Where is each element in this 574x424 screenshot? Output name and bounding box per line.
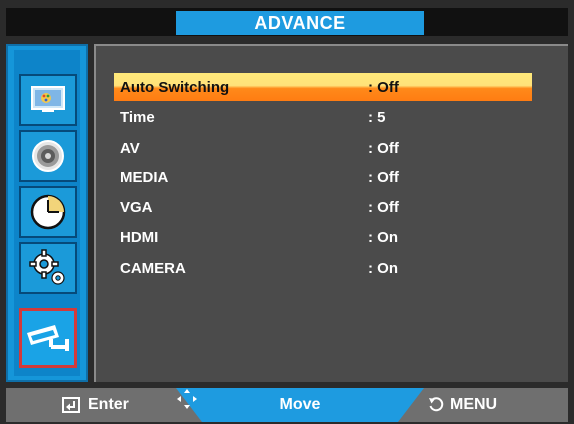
camera-icon xyxy=(27,325,69,351)
menu-row-auto-switching[interactable]: Auto Switching : Off xyxy=(114,73,532,101)
menu-row-value: : On xyxy=(368,228,398,246)
menu-row-hdmi[interactable]: HDMI : On xyxy=(114,223,532,251)
sidebar-item-camera[interactable] xyxy=(19,308,77,368)
page-title: ADVANCE xyxy=(176,11,424,35)
bottom-hint-bar: Enter Move MENU xyxy=(6,388,568,422)
return-icon xyxy=(429,397,444,412)
enter-label: Enter xyxy=(88,396,129,413)
menu-row-camera[interactable]: CAMERA : On xyxy=(114,254,532,282)
sidebar-item-picture[interactable] xyxy=(19,74,77,126)
menu-row-value: : 5 xyxy=(368,108,386,126)
sidebar-item-clock[interactable] xyxy=(19,186,77,238)
title-bar: ADVANCE xyxy=(6,8,568,36)
enter-icon xyxy=(62,397,80,413)
menu-row-label: AV xyxy=(120,139,140,157)
menu-row-label: Time xyxy=(120,108,155,126)
menu-row-label: VGA xyxy=(120,198,153,216)
sidebar-item-settings[interactable] xyxy=(19,242,77,294)
clock-icon xyxy=(30,194,66,230)
menu-row-value: : On xyxy=(368,259,398,277)
sidebar-item-sound[interactable] xyxy=(19,130,77,182)
advance-menu-panel: Auto Switching : Off Time : 5 AV : Off M… xyxy=(94,44,568,382)
sound-icon xyxy=(32,140,64,172)
menu-row-value: : Off xyxy=(368,198,399,216)
move-label: Move xyxy=(279,396,321,413)
menu-row-label: Auto Switching xyxy=(120,78,230,96)
menu-row-value: : Off xyxy=(368,139,399,157)
menu-row-av[interactable]: AV : Off xyxy=(114,134,532,162)
menu-row-media[interactable]: MEDIA : Off xyxy=(114,163,532,191)
picture-icon xyxy=(31,86,65,112)
menu-label: MENU xyxy=(450,396,498,413)
menu-row-vga[interactable]: VGA : Off xyxy=(114,193,532,221)
menu-hint[interactable]: MENU xyxy=(388,388,568,422)
menu-row-value: : Off xyxy=(368,78,399,96)
sidebar xyxy=(6,44,88,382)
dpad-arrows-icon xyxy=(177,389,197,409)
menu-row-label: MEDIA xyxy=(120,168,169,186)
move-hint-content: Move xyxy=(176,388,424,422)
osd-frame: ADVANCE Auto Switching: Off Time: 5 AV… xyxy=(0,0,574,424)
menu-row-label: HDMI xyxy=(120,228,159,246)
menu-row-time[interactable]: Time : 5 xyxy=(114,103,532,131)
settings-icon xyxy=(29,249,65,285)
move-hint[interactable]: Move xyxy=(176,388,424,422)
menu-row-label: CAMERA xyxy=(120,259,186,277)
menu-row-value: : Off xyxy=(368,168,399,186)
